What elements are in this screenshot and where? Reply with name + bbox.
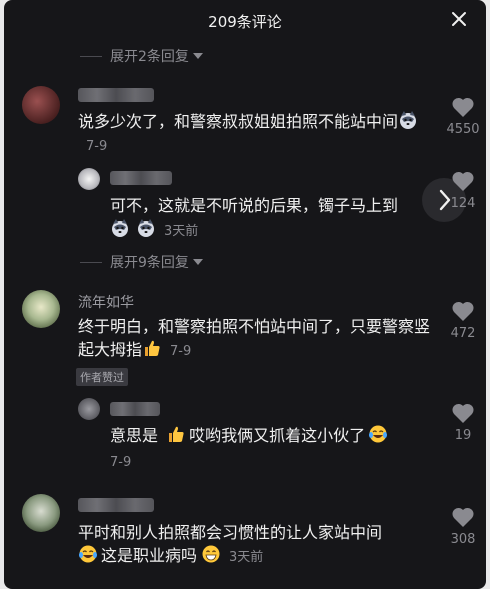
thumbs-up-emoji-icon xyxy=(145,340,160,356)
like-count: 472 xyxy=(450,326,476,341)
husky-emoji-icon xyxy=(112,219,128,237)
chevron-down-icon xyxy=(192,53,203,59)
expand-replies-button[interactable]: 展开9条回复 xyxy=(80,252,203,272)
chevron-down-icon xyxy=(192,259,203,265)
divider-line xyxy=(80,55,102,57)
like-count: 19 xyxy=(454,428,472,443)
thumbs-up-emoji-icon xyxy=(169,426,184,442)
like-button[interactable]: 4550 xyxy=(442,96,484,137)
like-count: 4550 xyxy=(446,122,480,137)
comment-time: 7-9 xyxy=(170,344,192,359)
comment-time: 3天前 xyxy=(164,224,199,239)
username[interactable]: 流年如华 xyxy=(78,292,134,312)
husky-emoji-icon xyxy=(138,219,154,237)
username-blurred xyxy=(110,402,160,416)
like-count: 124 xyxy=(450,196,476,211)
comment-text: 意思是 哎哟我俩又抓着这小伙了 xyxy=(110,424,430,447)
avatar[interactable] xyxy=(78,168,100,190)
avatar[interactable] xyxy=(22,290,60,328)
husky-emoji-icon xyxy=(400,111,417,129)
comment-time: 7-9 xyxy=(86,139,108,154)
username-blurred xyxy=(78,88,154,102)
comment-meta: 7-9 xyxy=(110,449,131,474)
avatar[interactable] xyxy=(78,398,100,420)
laughing-tears-emoji-icon xyxy=(79,545,97,563)
divider-line xyxy=(80,261,102,263)
comment-time: 7-9 xyxy=(110,455,132,470)
like-count: 308 xyxy=(450,532,476,547)
heart-icon xyxy=(452,403,474,423)
heart-icon xyxy=(452,301,474,321)
comment-time: 3天前 xyxy=(229,550,264,565)
username-blurred xyxy=(78,498,154,512)
comment-meta: 3天前 xyxy=(110,218,430,243)
expand-replies-label: 展开2条回复 xyxy=(110,49,189,65)
comment-text: 平时和别人拍照都会习惯性的让人家站中间 xyxy=(78,523,383,542)
author-liked-badge: 作者赞过 xyxy=(76,368,128,386)
comment-text: 说多少次了，和警察叔叔姐姐拍照不能站中间7-9 xyxy=(78,110,428,158)
comment-text: 可不，这就是不听说的后果，镯子马上到 xyxy=(110,196,399,215)
like-button[interactable]: 472 xyxy=(442,300,484,341)
like-button[interactable]: 308 xyxy=(442,506,484,547)
laughing-tears-emoji-icon xyxy=(369,425,388,443)
like-button[interactable]: 19 xyxy=(442,402,484,443)
username-blurred xyxy=(110,171,172,185)
heart-icon xyxy=(452,507,474,527)
comment-meta: 这是职业病吗 3天前 xyxy=(78,544,438,569)
like-button[interactable]: 124 xyxy=(442,170,484,211)
comment-text: 终于明白，和警察拍照不怕站中间了，只要警察竖起大拇指 7-9 xyxy=(78,317,431,359)
expand-replies-label: 展开9条回复 xyxy=(110,255,189,271)
comments-header-title: 209条评论 xyxy=(208,13,282,31)
heart-icon xyxy=(452,171,474,191)
comments-panel: 209条评论 展开2条回复 说多少次了，和警察叔叔姐姐拍照不能站中间7-9 45… xyxy=(4,0,486,589)
expand-replies-button[interactable]: 展开2条回复 xyxy=(80,46,203,66)
grinning-emoji-icon xyxy=(202,545,220,563)
avatar[interactable] xyxy=(22,86,60,124)
close-icon[interactable] xyxy=(448,8,470,30)
avatar[interactable] xyxy=(22,494,60,532)
heart-icon xyxy=(452,97,474,117)
